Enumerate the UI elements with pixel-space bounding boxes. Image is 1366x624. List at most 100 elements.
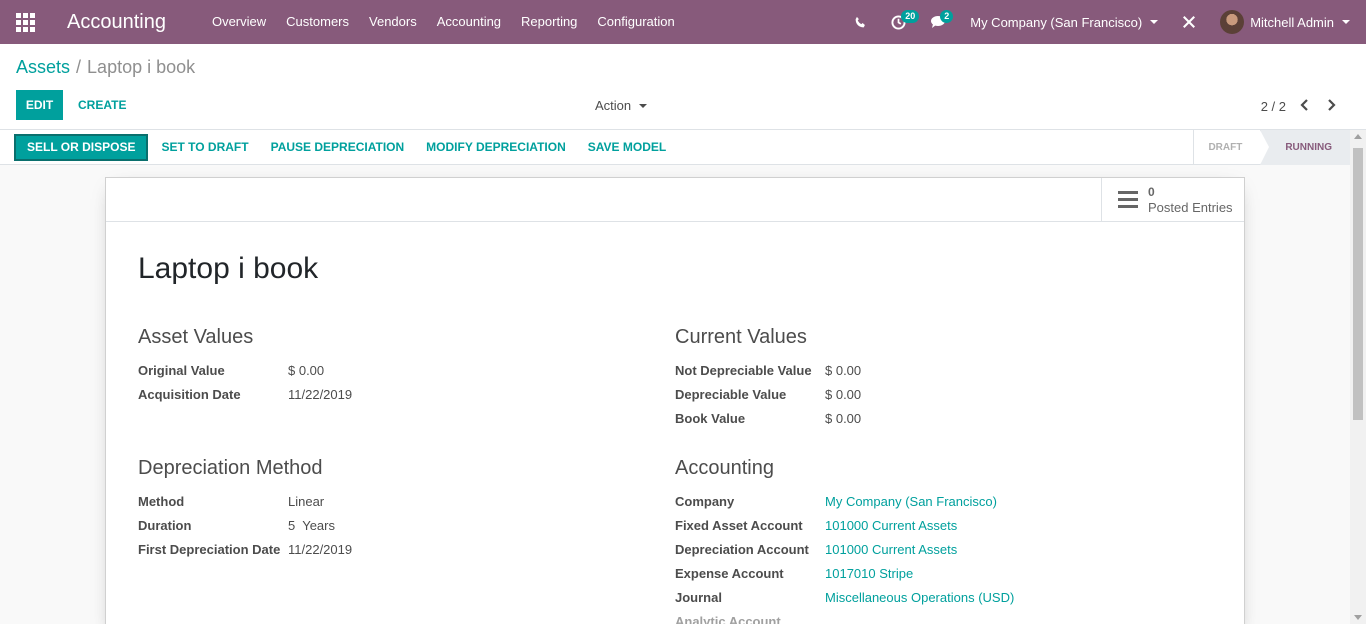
stage-running[interactable]: RUNNING bbox=[1260, 129, 1350, 165]
sell-or-dispose-button[interactable]: SELL OR DISPOSE bbox=[14, 133, 149, 161]
edit-button[interactable]: EDIT bbox=[16, 90, 63, 120]
user-menu[interactable]: Mitchell Admin bbox=[1208, 10, 1366, 34]
menu-configuration[interactable]: Configuration bbox=[587, 0, 684, 44]
journal-label: Journal bbox=[675, 589, 722, 605]
menu-overview[interactable]: Overview bbox=[202, 0, 276, 44]
record-title: Laptop i book bbox=[138, 252, 319, 285]
original-value: $ 0.00 bbox=[288, 362, 325, 378]
field-duration: Duration 5 Years bbox=[138, 513, 352, 537]
status-stages: DRAFT RUNNING bbox=[1193, 129, 1350, 165]
breadcrumb-assets[interactable]: Assets bbox=[16, 57, 70, 77]
menu-accounting[interactable]: Accounting bbox=[427, 0, 511, 44]
depreciation-account-link[interactable]: 101000 Current Assets bbox=[825, 542, 957, 557]
field-method: Method Linear bbox=[138, 489, 352, 513]
depreciation-method-heading: Depreciation Method bbox=[138, 457, 323, 479]
button-box: 0 Posted Entries bbox=[106, 178, 1244, 222]
current-values-group: Current Values Not Depreciable Value $ 0… bbox=[675, 326, 861, 430]
apps-grid-icon[interactable] bbox=[0, 0, 50, 44]
acquisition-date: 11/22/2019 bbox=[288, 386, 353, 402]
form-statusbar: SELL OR DISPOSE SET TO DRAFT PAUSE DEPRE… bbox=[0, 129, 1350, 165]
hamburger-icon bbox=[1118, 191, 1138, 208]
scroll-up-arrow[interactable] bbox=[1354, 134, 1362, 139]
expense-account-link[interactable]: 1017010 Stripe bbox=[825, 566, 913, 581]
caret-down-icon bbox=[1342, 20, 1350, 24]
create-button[interactable]: CREATE bbox=[72, 90, 132, 120]
method-value: Linear bbox=[288, 493, 325, 509]
set-to-draft-button[interactable]: SET TO DRAFT bbox=[150, 130, 259, 165]
debug-tools-icon[interactable] bbox=[1170, 0, 1208, 44]
method-label: Method bbox=[138, 493, 185, 509]
analytic-account-label: Analytic Account bbox=[675, 613, 781, 624]
stage-draft[interactable]: DRAFT bbox=[1193, 129, 1270, 165]
company-name: My Company (San Francisco) bbox=[970, 14, 1143, 30]
posted-entries-label: Posted Entries bbox=[1148, 199, 1233, 215]
original-value-label: Original Value bbox=[138, 362, 225, 378]
posted-entries-count: 0 bbox=[1148, 184, 1155, 199]
depreciation-account-label: Depreciation Account bbox=[675, 541, 809, 557]
breadcrumb-current: Laptop i book bbox=[87, 57, 196, 77]
control-panel: Assets / Laptop i book EDIT CREATE Action … bbox=[0, 44, 1366, 130]
not-depreciable-value: $ 0.00 bbox=[825, 362, 862, 378]
chevron-right-icon[interactable] bbox=[1322, 98, 1342, 114]
book-value-label: Book Value bbox=[675, 410, 746, 426]
depreciation-method-group: Depreciation Method Method Linear Durati… bbox=[138, 457, 352, 561]
pager-value[interactable]: 2 / 2 bbox=[1261, 99, 1286, 114]
pause-depreciation-button[interactable]: PAUSE DEPRECIATION bbox=[260, 130, 416, 165]
fixed-asset-account-link[interactable]: 101000 Current Assets bbox=[825, 518, 957, 533]
acquisition-date-label: Acquisition Date bbox=[138, 386, 241, 402]
field-not-depreciable: Not Depreciable Value $ 0.00 bbox=[675, 358, 861, 382]
modify-depreciation-button[interactable]: MODIFY DEPRECIATION bbox=[415, 130, 577, 165]
app-name[interactable]: Accounting bbox=[50, 11, 202, 34]
field-original-value: Original Value $ 0.00 bbox=[138, 358, 352, 382]
user-name: Mitchell Admin bbox=[1250, 14, 1334, 30]
journal-link[interactable]: Miscellaneous Operations (USD) bbox=[825, 590, 1014, 605]
first-depreciation-date-label: First Depreciation Date bbox=[138, 541, 281, 557]
current-values-heading: Current Values bbox=[675, 326, 807, 348]
action-label: Action bbox=[595, 98, 632, 113]
scroll-down-arrow[interactable] bbox=[1354, 615, 1362, 620]
posted-entries-button[interactable]: 0 Posted Entries bbox=[1101, 178, 1244, 221]
menu-reporting[interactable]: Reporting bbox=[511, 0, 587, 44]
field-fixed-asset-account: Fixed Asset Account 101000 Current Asset… bbox=[675, 513, 1014, 537]
field-acquisition-date: Acquisition Date 11/22/2019 bbox=[138, 382, 352, 406]
menu-vendors[interactable]: Vendors bbox=[359, 0, 427, 44]
chevron-left-icon[interactable] bbox=[1294, 98, 1314, 114]
scroll-thumb[interactable] bbox=[1353, 148, 1363, 420]
activity-clock-icon[interactable]: 20 bbox=[879, 0, 920, 44]
caret-down-icon bbox=[639, 103, 648, 108]
asset-values-group: Asset Values Original Value $ 0.00 Acqui… bbox=[138, 326, 352, 406]
field-journal: Journal Miscellaneous Operations (USD) bbox=[675, 585, 1014, 609]
pager: 2 / 2 bbox=[1261, 98, 1342, 114]
book-value: $ 0.00 bbox=[825, 410, 862, 426]
chat-bubble-icon[interactable]: 2 bbox=[918, 0, 958, 44]
accounting-group: Accounting Company My Company (San Franc… bbox=[675, 457, 1014, 624]
breadcrumb: Assets / Laptop i book bbox=[16, 57, 196, 77]
phone-icon[interactable] bbox=[842, 0, 879, 44]
company-label: Company bbox=[675, 493, 735, 509]
company-link[interactable]: My Company (San Francisco) bbox=[825, 494, 997, 509]
action-dropdown[interactable]: Action bbox=[595, 98, 648, 113]
asset-values-heading: Asset Values bbox=[138, 326, 254, 348]
save-model-button[interactable]: SAVE MODEL bbox=[577, 130, 677, 165]
form-sheet: 0 Posted Entries Laptop i book Asset Val… bbox=[105, 177, 1245, 624]
accounting-heading: Accounting bbox=[675, 457, 774, 479]
menu-customers[interactable]: Customers bbox=[276, 0, 359, 44]
activity-count-badge: 20 bbox=[901, 10, 920, 23]
main-navbar: Accounting Overview Customers Vendors Ac… bbox=[0, 0, 1366, 44]
field-analytic-account: Analytic Account bbox=[675, 609, 1014, 624]
duration-label: Duration bbox=[138, 517, 192, 533]
avatar bbox=[1220, 10, 1245, 34]
top-menu: Overview Customers Vendors Accounting Re… bbox=[202, 0, 685, 44]
depreciable-label: Depreciable Value bbox=[675, 386, 787, 402]
vertical-scrollbar[interactable] bbox=[1350, 130, 1366, 624]
company-switcher[interactable]: My Company (San Francisco) bbox=[958, 15, 1170, 30]
field-first-depreciation-date: First Depreciation Date 11/22/2019 bbox=[138, 537, 352, 561]
field-depreciable: Depreciable Value $ 0.00 bbox=[675, 382, 861, 406]
duration-value: 5 Years bbox=[288, 517, 335, 533]
message-count-badge: 2 bbox=[940, 10, 954, 23]
field-expense-account: Expense Account 1017010 Stripe bbox=[675, 561, 1014, 585]
first-depreciation-date: 11/22/2019 bbox=[288, 541, 353, 557]
field-company: Company My Company (San Francisco) bbox=[675, 489, 1014, 513]
navbar-systray: 20 2 My Company (San Francisco) Mitchell… bbox=[842, 0, 1366, 44]
fixed-asset-account-label: Fixed Asset Account bbox=[675, 517, 803, 533]
